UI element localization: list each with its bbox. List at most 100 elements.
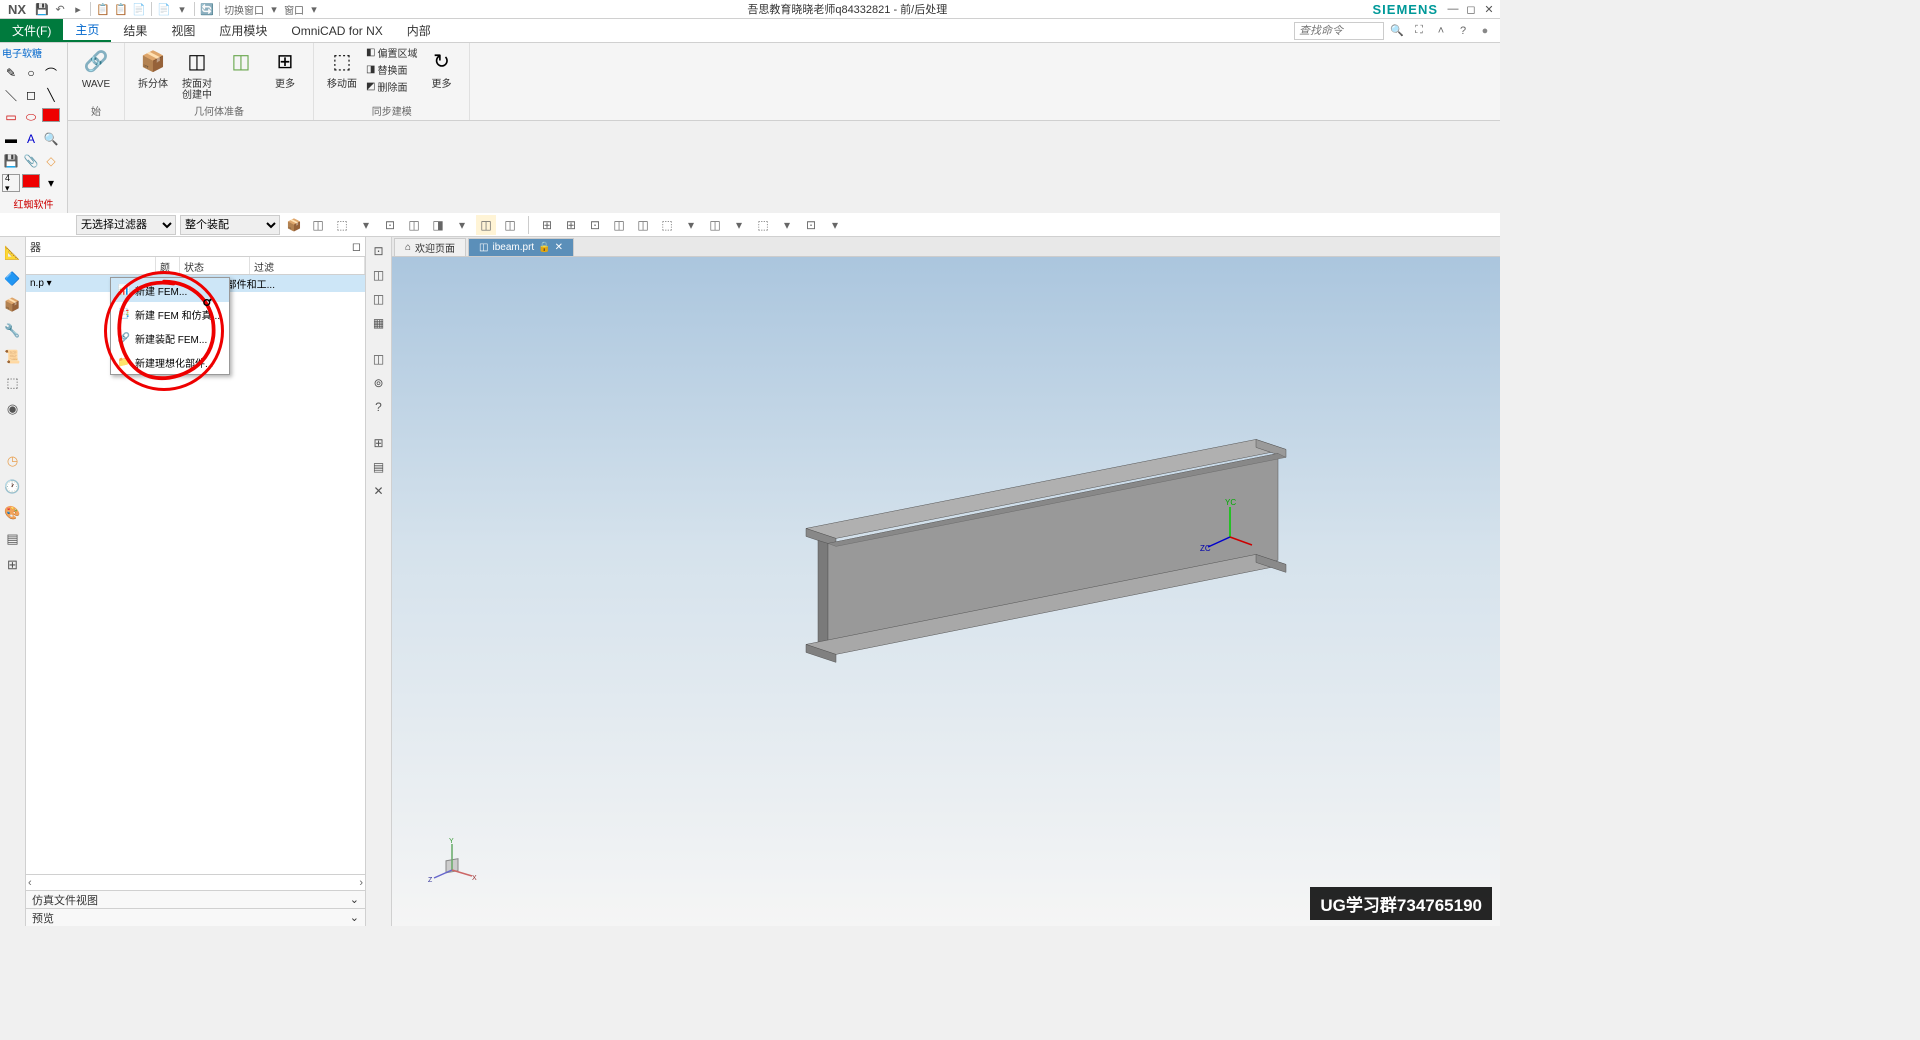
- sheet-icon[interactable]: ⊞: [3, 555, 23, 575]
- size-spinner[interactable]: 4 ▾: [2, 174, 20, 192]
- col-status[interactable]: 状态: [180, 257, 250, 274]
- tab-internal[interactable]: 内部: [395, 19, 443, 42]
- red-swatch-2[interactable]: [22, 174, 40, 188]
- assy-nav-icon[interactable]: 📦: [3, 295, 23, 315]
- tab-ibeam[interactable]: ◫ibeam.prt🔒✕: [468, 238, 574, 256]
- dropdown-icon[interactable]: ▾: [306, 1, 322, 17]
- circle-tool-icon[interactable]: ○: [22, 64, 40, 82]
- ellipse-icon[interactable]: ⬭: [22, 108, 40, 126]
- filter5-icon[interactable]: ⊡: [380, 215, 400, 235]
- switch-window-button[interactable]: 切换窗口: [224, 1, 264, 17]
- snap12-icon[interactable]: ⊡: [801, 215, 821, 235]
- midsurface-button[interactable]: ◫: [221, 45, 261, 101]
- snap4-icon[interactable]: ◫: [609, 215, 629, 235]
- maximize-icon[interactable]: ◻: [1464, 2, 1478, 16]
- dropdown-icon[interactable]: ▾: [174, 1, 190, 17]
- tab-result[interactable]: 结果: [111, 19, 159, 42]
- rect-fill-icon[interactable]: ▬: [2, 130, 20, 148]
- filter10-icon[interactable]: ◫: [500, 215, 520, 235]
- command-search-input[interactable]: [1294, 22, 1384, 40]
- filter7-icon[interactable]: ◨: [428, 215, 448, 235]
- filter2-icon[interactable]: ◫: [308, 215, 328, 235]
- view4-icon[interactable]: ◫: [369, 349, 389, 369]
- more-button[interactable]: ⊞更多: [265, 45, 305, 101]
- pencil-icon[interactable]: ✎: [2, 64, 20, 82]
- help2-icon[interactable]: ?: [369, 397, 389, 417]
- measure-icon[interactable]: ◷: [3, 451, 23, 471]
- snap11-icon[interactable]: ▾: [777, 215, 797, 235]
- arc-tool-icon[interactable]: ⌒: [42, 64, 60, 82]
- save-icon[interactable]: 💾: [34, 1, 50, 17]
- filter3-icon[interactable]: ⬚: [332, 215, 352, 235]
- split-body-button[interactable]: 📦拆分体: [133, 45, 173, 101]
- copy-icon[interactable]: 📋: [95, 1, 111, 17]
- layers-icon[interactable]: ▤: [3, 529, 23, 549]
- fullscreen-icon[interactable]: ⛶: [1410, 22, 1428, 40]
- clip-icon[interactable]: 📎: [22, 152, 40, 170]
- nav-scroll-horizontal[interactable]: ‹›: [26, 874, 365, 890]
- filter-icon[interactable]: 📦: [284, 215, 304, 235]
- snap9-icon[interactable]: ▾: [729, 215, 749, 235]
- snap5-icon[interactable]: ◫: [633, 215, 653, 235]
- replace-face-button[interactable]: ◨替换面: [366, 62, 417, 77]
- snap3-icon[interactable]: ⊡: [585, 215, 605, 235]
- nav-icon[interactable]: 📐: [3, 243, 23, 263]
- tab-home[interactable]: 主页: [63, 19, 111, 42]
- text-icon[interactable]: A: [22, 130, 40, 148]
- menu-new-fem[interactable]: 📊新建 FEM...: [111, 278, 229, 302]
- menu-new-fem-sim[interactable]: 📑新建 FEM 和仿真...: [111, 302, 229, 326]
- tab-view[interactable]: 视图: [159, 19, 207, 42]
- nav-close-icon[interactable]: ◻: [352, 240, 361, 253]
- snap8-icon[interactable]: ◫: [705, 215, 725, 235]
- save2-icon[interactable]: 💾: [2, 152, 20, 170]
- help-icon[interactable]: ?: [1454, 22, 1472, 40]
- close-icon[interactable]: ✕: [1482, 2, 1496, 16]
- square-icon[interactable]: ◻: [22, 86, 40, 104]
- search-icon[interactable]: 🔍: [1388, 22, 1406, 40]
- palette-icon[interactable]: 🎨: [3, 503, 23, 523]
- snap10-icon[interactable]: ⬚: [753, 215, 773, 235]
- red-swatch[interactable]: [42, 108, 60, 122]
- selection-filter-dropdown[interactable]: 无选择过滤器: [76, 215, 176, 235]
- dropdown-icon[interactable]: ▾: [266, 1, 282, 17]
- rect-icon[interactable]: ▭: [2, 108, 20, 126]
- more-sync-button[interactable]: ↻更多: [421, 45, 461, 94]
- snap1-icon[interactable]: ⊞: [537, 215, 557, 235]
- menu-new-idealized[interactable]: 📁新建理想化部件...: [111, 350, 229, 374]
- doc-icon[interactable]: 📄: [131, 1, 147, 17]
- status-dot-icon[interactable]: ●: [1476, 22, 1494, 40]
- accordion-preview[interactable]: 预览⌄: [26, 908, 365, 926]
- window-menu[interactable]: 窗口: [284, 1, 304, 17]
- page-icon[interactable]: 📄: [156, 1, 172, 17]
- line-icon[interactable]: ＼: [2, 86, 20, 104]
- delete-face-button[interactable]: ◩删除面: [366, 79, 417, 94]
- snap6-icon[interactable]: ⬚: [657, 215, 677, 235]
- view5-icon[interactable]: ⊚: [369, 373, 389, 393]
- view6-icon[interactable]: ⊞: [369, 433, 389, 453]
- minimize-icon[interactable]: —: [1446, 2, 1460, 16]
- col-color[interactable]: 颜: [156, 257, 180, 274]
- file-menu[interactable]: 文件(F): [0, 19, 63, 42]
- offset-region-button[interactable]: ◧偏置区域: [366, 45, 417, 60]
- dropdown2-icon[interactable]: ▾: [42, 174, 60, 192]
- menu-new-assy-fem[interactable]: 🔗新建装配 FEM...: [111, 326, 229, 350]
- reuse-icon[interactable]: 🔧: [3, 321, 23, 341]
- view1-icon[interactable]: ◫: [369, 265, 389, 285]
- move-face-button[interactable]: ⬚移动面: [322, 45, 362, 94]
- filter4-icon[interactable]: ▾: [356, 215, 376, 235]
- accordion-sim-file-view[interactable]: 仿真文件视图⌄: [26, 890, 365, 908]
- refresh-icon[interactable]: 🔄: [199, 1, 215, 17]
- undo-icon[interactable]: ↶: [52, 1, 68, 17]
- by-face-button[interactable]: ◫按面对 创建中: [177, 45, 217, 101]
- snap2-icon[interactable]: ⊞: [561, 215, 581, 235]
- diag-icon[interactable]: ╲: [42, 86, 60, 104]
- roles-icon[interactable]: ◉: [3, 399, 23, 419]
- zoom-icon[interactable]: 🔍: [42, 130, 60, 148]
- tab-application[interactable]: 应用模块: [207, 19, 279, 42]
- close-tab-icon[interactable]: ✕: [555, 242, 563, 253]
- view7-icon[interactable]: ▤: [369, 457, 389, 477]
- clock-icon[interactable]: 🕐: [3, 477, 23, 497]
- filter6-icon[interactable]: ◫: [404, 215, 424, 235]
- part-nav-icon[interactable]: 🔷: [3, 269, 23, 289]
- view2-icon[interactable]: ◫: [369, 289, 389, 309]
